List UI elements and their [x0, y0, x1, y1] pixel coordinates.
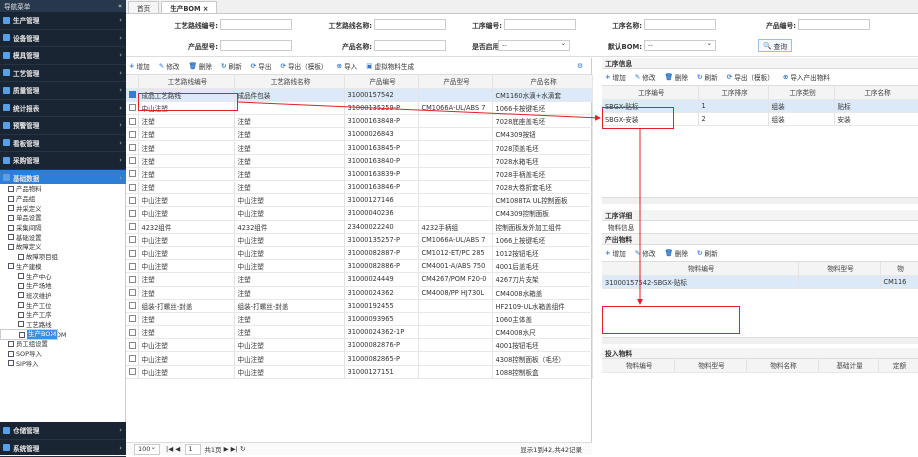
annotation-arrows [0, 0, 918, 455]
arrow-route-to-proc [238, 102, 600, 118]
